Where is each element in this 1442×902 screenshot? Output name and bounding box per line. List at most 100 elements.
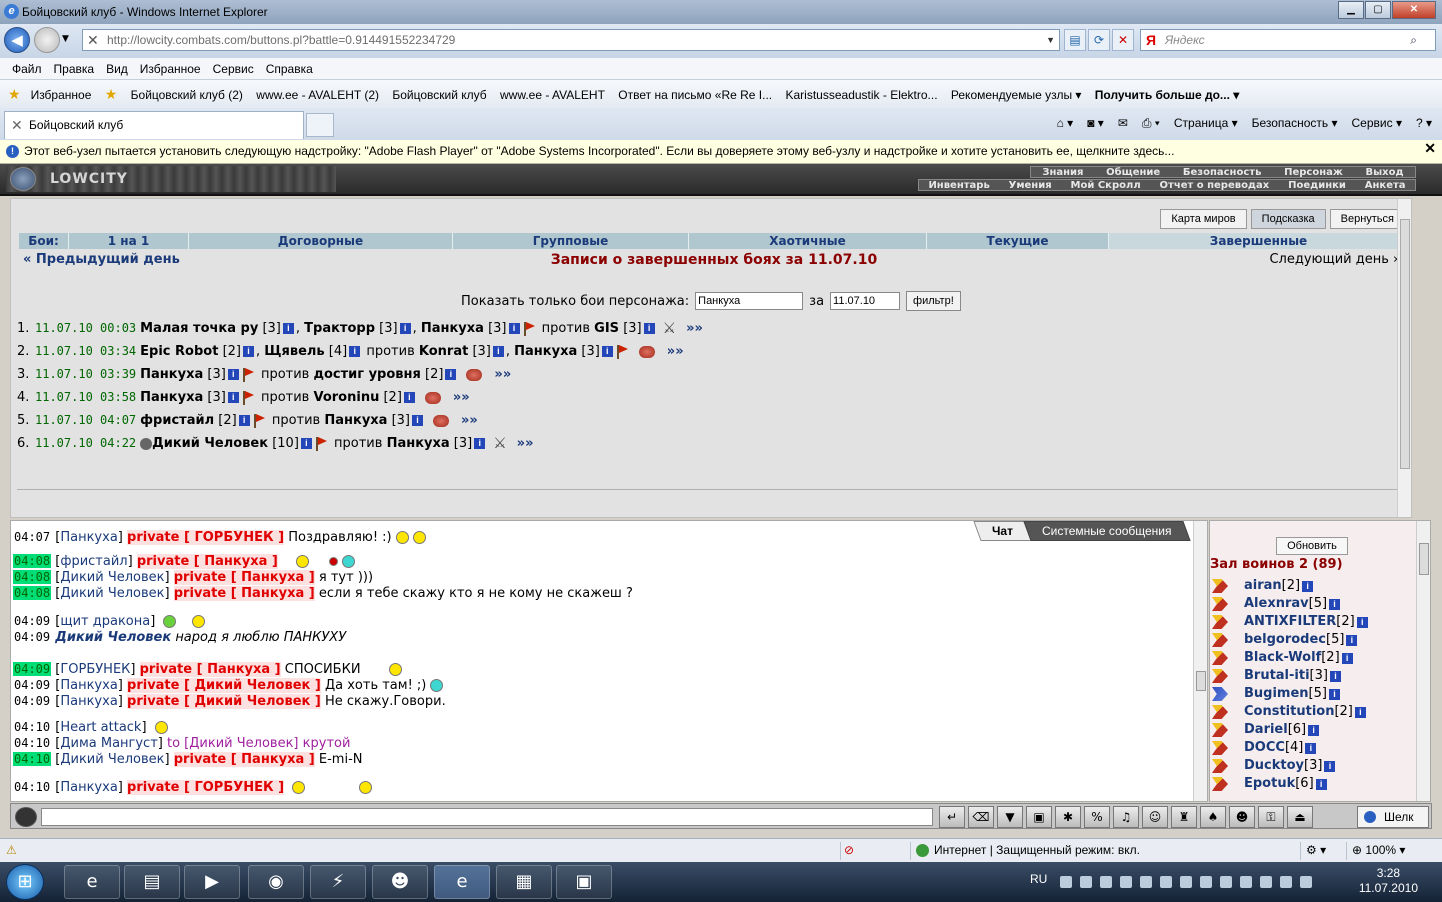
info-icon[interactable]: i [243,346,254,357]
info-icon[interactable]: i [1308,724,1320,736]
warrior-link[interactable]: Ducktoy [1244,757,1304,775]
url-dropdown-icon[interactable]: ▼ [1046,30,1055,50]
chat-nick[interactable]: Дикий Человек [60,752,164,767]
warrior-link[interactable]: belgorodec [1244,631,1326,649]
battle-log-link[interactable]: »» [686,317,703,340]
home-icon[interactable]: ⌂ ▾ [1057,110,1074,138]
forward-button[interactable] [34,27,60,53]
info-icon[interactable]: i [508,323,520,334]
battle-log-link[interactable]: »» [494,363,511,386]
info-icon[interactable]: i [474,438,486,449]
warrior-link[interactable]: Constitution [1244,703,1334,721]
player-link[interactable]: Панкуха [387,432,450,455]
player-link[interactable]: Панкуха [140,363,203,386]
nav-communication[interactable]: Общение [1106,167,1160,178]
print-icon[interactable]: ⎙ ▾ [1142,110,1160,138]
new-tab-button[interactable] [306,113,334,137]
player-link[interactable]: Voroninu [313,386,379,409]
attack-icon[interactable] [1212,669,1228,683]
filter-name-input[interactable] [695,292,804,310]
player-link[interactable]: Дикий Человек [152,432,268,455]
chat-nick[interactable]: фристайл [60,554,127,569]
info-icon[interactable]: i [1356,616,1368,628]
attack-icon[interactable] [1212,651,1228,665]
info-icon[interactable]: i [1329,598,1341,610]
refresh-icon[interactable]: ⟳ [1088,29,1110,51]
taskbar-ie-active-icon[interactable]: e [434,865,490,899]
translit-icon[interactable]: % [1084,806,1110,828]
taskbar-messenger-icon[interactable]: ☻ [372,865,428,899]
player-link[interactable]: Панкуха [514,340,577,363]
history-dropdown-icon[interactable]: ▼ [62,34,69,44]
tray-icon[interactable] [1260,876,1272,888]
search-input[interactable]: Я Яндекс ⌕ [1140,29,1436,51]
info-icon[interactable]: i [1305,742,1317,754]
nav-inventory[interactable]: Инвентарь [928,180,989,191]
safety-menu[interactable]: Безопасность ▾ [1252,110,1338,138]
fav-link-3[interactable]: Бойцовский клуб [392,88,486,102]
send-icon[interactable]: ↵ [939,806,965,828]
tab-chaotic[interactable]: Хаотичные [689,233,927,249]
fav-link-2[interactable]: www.ee - AVALEHT (2) [256,88,379,102]
security-zone[interactable]: Интернет | Защищенный режим: вкл. [916,839,1140,862]
private-tag[interactable]: private [ Панкуха ] [173,586,315,601]
refresh-button[interactable]: Обновить [1276,537,1348,555]
filter-date-input[interactable] [830,292,901,310]
filter-icon[interactable]: ▼ [997,806,1023,828]
player-link[interactable]: Панкуха [140,386,203,409]
start-button[interactable]: ⊞ [6,864,44,900]
attack-icon[interactable] [1212,633,1228,647]
warrior-link[interactable]: Epotuk [1244,775,1295,793]
attack-icon[interactable] [1212,705,1228,719]
warrior-link[interactable]: Bugimen [1244,685,1309,703]
chat-nick[interactable]: Панкуха [60,780,117,795]
tab-finished[interactable]: Завершенные [1109,233,1409,249]
info-icon[interactable]: i [282,323,294,334]
save-icon[interactable]: ▣ [1026,806,1052,828]
hint-button[interactable]: Подсказка [1250,209,1326,229]
info-icon[interactable]: i [1346,634,1358,646]
taskbar-clapper-icon[interactable]: ▦ [496,865,552,899]
tray-icon[interactable] [1160,876,1172,888]
chat-nick[interactable]: Панкуха [60,530,117,545]
private-tag[interactable]: private [ Панкуха ] [139,662,281,677]
player-link[interactable]: Панкуха [421,317,484,340]
player-link[interactable]: Малая точка ру [140,317,258,340]
attack-icon[interactable] [1212,615,1228,629]
close-infobar-icon[interactable]: ✕ [1424,140,1436,156]
chat-nick[interactable]: Дикий Человек [55,630,171,645]
fav-link-7[interactable]: Рекомендуемые узлы ▾ [951,88,1082,102]
attack-icon[interactable] [1212,777,1228,791]
friends-icon[interactable]: ☻ [1229,806,1255,828]
fav-link-6[interactable]: Karistusseadustik - Elektro... [786,88,938,102]
tab-group[interactable]: Групповые [453,233,689,249]
favorites-button[interactable]: Избранное [31,88,92,102]
tab-chat[interactable]: Чат [972,521,1032,541]
tab-current[interactable]: Текущие [927,233,1109,249]
next-day-link[interactable]: Следующий день » [1269,252,1401,267]
filter-button[interactable]: фильтр! [906,291,961,311]
fav-link-4[interactable]: www.ee - AVALEHT [500,88,605,102]
menu-tools[interactable]: Сервис [207,58,260,79]
page-menu[interactable]: Страница ▾ [1174,110,1238,138]
maximize-button[interactable]: ▢ [1365,1,1391,19]
tray-icon[interactable] [1100,876,1112,888]
main-scrollbar[interactable] [1397,199,1411,517]
battle-log-link[interactable]: »» [453,386,470,409]
tray-icon[interactable] [1180,876,1192,888]
shelk-button[interactable]: Шелк [1357,806,1429,828]
fav-link-5[interactable]: Ответ на письмо «Re Re I... [618,88,772,102]
nav-knowledge[interactable]: Знания [1042,167,1083,178]
private-tag[interactable]: private [ Дикий Человек ] [127,678,321,693]
tab-fight-club[interactable]: ✕ Бойцовский клуб [4,111,304,139]
info-icon[interactable]: i [643,323,655,334]
smiles-icon[interactable]: ☺ [1142,806,1168,828]
player-link[interactable]: Трактopp [304,317,375,340]
chat-input[interactable] [41,808,933,826]
battle-log-link[interactable]: »» [667,340,684,363]
chat-nick[interactable]: Дима Мангуст [60,736,157,751]
warrior-link[interactable]: Black-Wolf [1244,649,1321,667]
info-icon[interactable]: i [492,346,504,357]
player-link[interactable]: достиг уровня [313,363,420,386]
volume-icon[interactable] [1300,876,1312,888]
